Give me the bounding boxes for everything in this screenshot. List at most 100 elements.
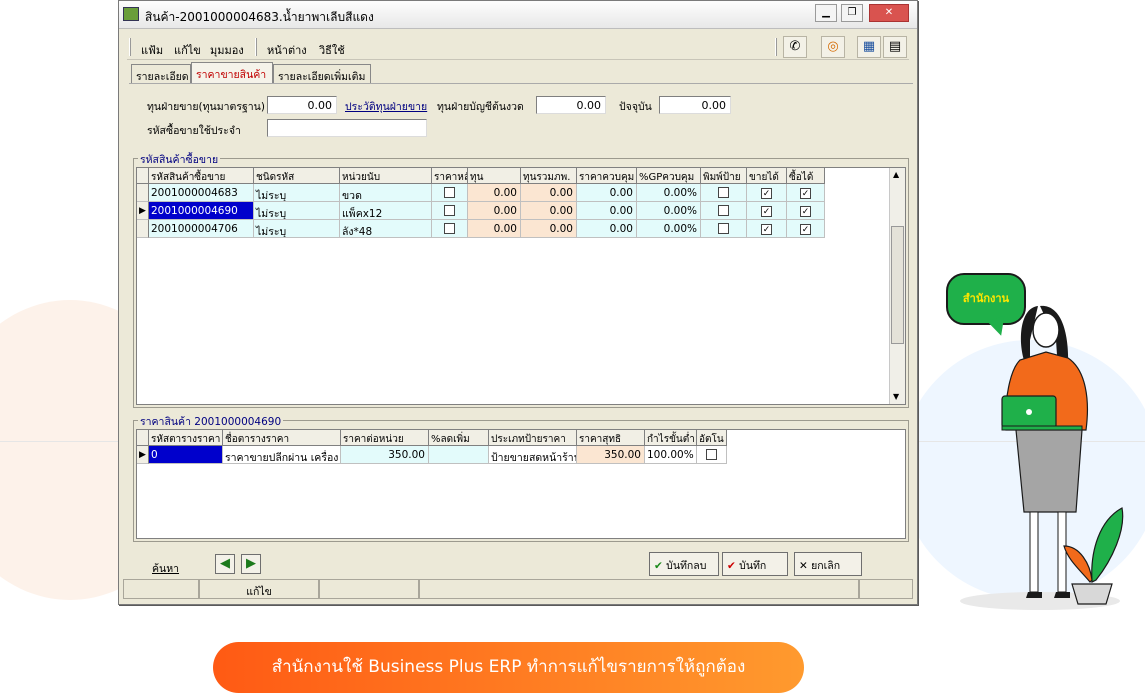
codes-cell-main_price[interactable] [432, 202, 468, 220]
menu-edit[interactable]: แก้ไข [174, 41, 201, 59]
tab-selling-price[interactable]: ราคาขายสินค้า [191, 62, 273, 83]
codes-cell-buy[interactable]: ✓ [787, 184, 825, 202]
scroll-down-icon[interactable]: ▼ [893, 392, 899, 401]
codes-column-header[interactable]: ขายได้ [747, 168, 787, 184]
codes-cell-cost_vat[interactable]: 0.00 [521, 220, 577, 238]
checkbox[interactable] [444, 223, 455, 234]
price-cell-unit_price[interactable]: 350.00 [341, 446, 429, 464]
codes-cell-main_price[interactable] [432, 184, 468, 202]
checkbox[interactable] [718, 187, 729, 198]
tab-more-details[interactable]: รายละเอียดเพิ่มเติม [273, 64, 371, 83]
checkbox[interactable]: ✓ [761, 224, 772, 235]
codes-cell-buy[interactable]: ✓ [787, 220, 825, 238]
menu-help[interactable]: วิธีใช้ [319, 41, 345, 59]
checkbox[interactable]: ✓ [800, 206, 811, 217]
codes-cell-buy[interactable]: ✓ [787, 202, 825, 220]
codes-header-corner[interactable] [137, 168, 149, 184]
codes-column-header[interactable]: ซื้อได้ [787, 168, 825, 184]
row-indicator[interactable] [137, 220, 149, 238]
codes-cell-sell[interactable]: ✓ [747, 184, 787, 202]
codes-cell-ctrl_price[interactable]: 0.00 [577, 202, 637, 220]
codes-cell-cost[interactable]: 0.00 [468, 184, 521, 202]
restore-button[interactable]: ❐ [841, 4, 863, 22]
checkbox[interactable] [444, 205, 455, 216]
codes-cell-print[interactable] [701, 220, 747, 238]
codes-cell-ctrl_price[interactable]: 0.00 [577, 184, 637, 202]
codes-cell-code[interactable]: 2001000004706 [149, 220, 254, 238]
minimize-button[interactable]: ▁ [815, 4, 837, 22]
codes-cell-main_price[interactable] [432, 220, 468, 238]
checkbox[interactable]: ✓ [800, 188, 811, 199]
codes-column-header[interactable]: ทุน [468, 168, 521, 184]
codes-cell-cost_vat[interactable]: 0.00 [521, 202, 577, 220]
codes-column-header[interactable]: ราคาควบคุม [577, 168, 637, 184]
calculator-icon[interactable]: ▦ [857, 36, 881, 58]
checkbox[interactable]: ✓ [761, 188, 772, 199]
scroll-up-icon[interactable]: ▲ [893, 170, 899, 179]
codes-cell-sell[interactable]: ✓ [747, 220, 787, 238]
current-field[interactable]: 0.00 [659, 96, 731, 114]
buy-code-field[interactable] [267, 119, 427, 137]
codes-cell-type[interactable]: ไม่ระบุ [254, 184, 340, 202]
price-column-header[interactable]: อัตโน [697, 430, 727, 446]
codes-cell-cost[interactable]: 0.00 [468, 220, 521, 238]
price-column-header[interactable]: ราคาสุทธิ [577, 430, 645, 446]
codes-column-header[interactable]: ราคาหลั [432, 168, 468, 184]
codes-cell-type[interactable]: ไม่ระบุ [254, 202, 340, 220]
checkbox[interactable] [718, 223, 729, 234]
codes-cell-ctrl_price[interactable]: 0.00 [577, 220, 637, 238]
price-column-header[interactable]: %ลดเพิ่ม [429, 430, 489, 446]
codes-cell-unit[interactable]: ขวด [340, 184, 432, 202]
acct-cost-field[interactable]: 0.00 [536, 96, 606, 114]
checkbox[interactable]: ✓ [800, 224, 811, 235]
price-cell-auto[interactable] [697, 446, 727, 464]
price-column-header[interactable]: ประเภทป้ายราคา [489, 430, 577, 446]
price-header-corner[interactable] [137, 430, 149, 446]
target-icon[interactable]: ◎ [821, 36, 845, 58]
cost-history-link[interactable]: ประวัติทุนฝ่ายขาย [345, 98, 427, 115]
codes-cell-gp[interactable]: 0.00% [637, 184, 701, 202]
codes-scrollbar[interactable]: ▲ ▼ [889, 168, 905, 404]
codes-cell-unit[interactable]: ลัง*48 [340, 220, 432, 238]
codes-cell-unit[interactable]: แพ็คx12 [340, 202, 432, 220]
checkbox[interactable] [706, 449, 717, 460]
std-cost-field[interactable]: 0.00 [267, 96, 337, 114]
menu-window[interactable]: หน้าต่าง [267, 41, 307, 59]
codes-cell-print[interactable] [701, 184, 747, 202]
menu-file[interactable]: แฟ้ม [141, 41, 163, 59]
title-bar[interactable]: สินค้า-2001000004683.น้ำยาพาเลีบสีแดง ▁ … [119, 1, 917, 29]
codes-column-header[interactable]: รหัสสินค้าซื้อขาย [149, 168, 254, 184]
codes-cell-code[interactable]: 2001000004690 [149, 202, 254, 220]
checkbox[interactable]: ✓ [761, 206, 772, 217]
codes-cell-type[interactable]: ไม่ระบุ [254, 220, 340, 238]
price-column-header[interactable]: กำไรขั้นต่ำ [645, 430, 697, 446]
codes-cell-code[interactable]: 2001000004683 [149, 184, 254, 202]
prev-arrow-icon[interactable]: ◀ [215, 554, 235, 574]
row-indicator[interactable]: ▶ [137, 446, 149, 464]
codes-column-header[interactable]: หน่วยนับ [340, 168, 432, 184]
codes-cell-sell[interactable]: ✓ [747, 202, 787, 220]
row-indicator[interactable] [137, 184, 149, 202]
codes-cell-cost[interactable]: 0.00 [468, 202, 521, 220]
cancel-button[interactable]: ✕ ยกเลิก [794, 552, 862, 576]
save-delete-button[interactable]: ✔ บันทึกลบ [649, 552, 719, 576]
next-arrow-icon[interactable]: ▶ [241, 554, 261, 574]
price-cell-label_type[interactable]: ป้ายขายสดหน้าร้าน [489, 446, 577, 464]
price-cell-min_profit[interactable]: 100.00% [645, 446, 697, 464]
telephone-icon[interactable]: ✆ [783, 36, 807, 58]
checkbox[interactable] [718, 205, 729, 216]
close-button[interactable]: ✕ [869, 4, 909, 22]
codes-cell-gp[interactable]: 0.00% [637, 202, 701, 220]
row-indicator[interactable]: ▶ [137, 202, 149, 220]
save-button[interactable]: ✔ บันทึก [722, 552, 788, 576]
price-column-header[interactable]: รหัสตารางราคา [149, 430, 223, 446]
price-column-header[interactable]: ราคาต่อหน่วย [341, 430, 429, 446]
codes-scroll-thumb[interactable] [891, 226, 904, 344]
codes-column-header[interactable]: %GPควบคุม [637, 168, 701, 184]
tab-details[interactable]: รายละเอียด [131, 64, 191, 83]
checkbox[interactable] [444, 187, 455, 198]
codes-column-header[interactable]: ทุนรวมภพ. [521, 168, 577, 184]
codes-cell-print[interactable] [701, 202, 747, 220]
price-cell-name[interactable]: ราคาขายปลีกผ่าน เครื่อง P [223, 446, 341, 464]
price-cell-discount[interactable] [429, 446, 489, 464]
